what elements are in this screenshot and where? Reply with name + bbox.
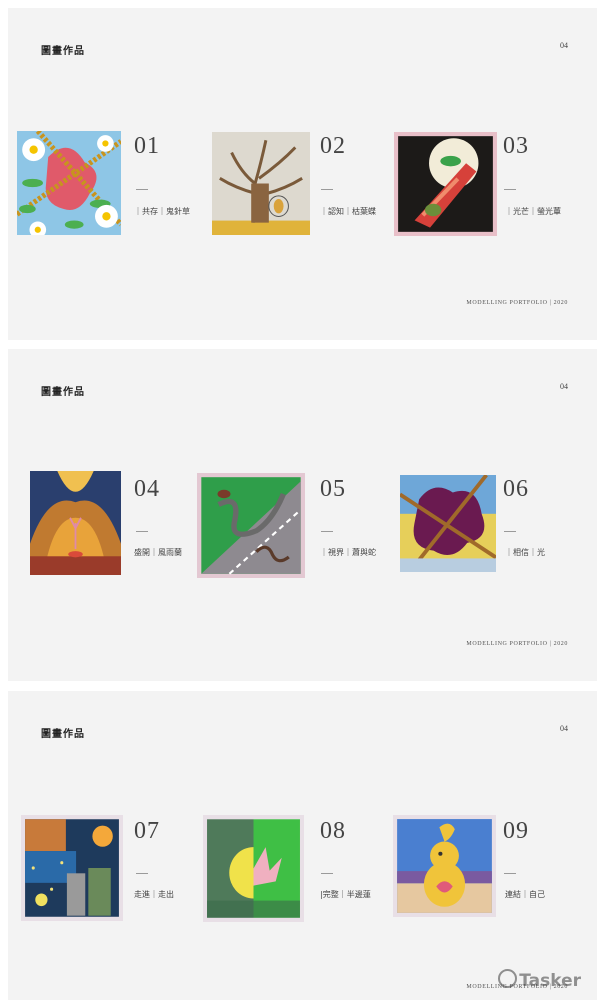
artwork-05-image[interactable] <box>197 473 305 578</box>
work-number: 07 <box>134 818 160 844</box>
work-caption: ｜相信｜光 <box>505 548 545 557</box>
work-number: 01 <box>134 133 160 159</box>
work-caption: ｜共存｜鬼針草 <box>134 207 190 216</box>
slide-title: 圖畫作品 <box>41 46 85 57</box>
work-caption: |完整｜半邊蓮 <box>320 890 371 899</box>
divider <box>504 189 516 190</box>
watermark-text: Tasker <box>519 971 581 991</box>
work-number: 02 <box>320 133 346 159</box>
portfolio-footer: MODELLING PORTFOLIO | 2020 <box>466 641 568 647</box>
divider <box>504 873 516 874</box>
artwork-06-image[interactable] <box>400 475 496 572</box>
slide-2: 圖畫作品 04 04 盛開｜風雨蘭 05 ｜視界｜蕭與蛇 06 ｜相信｜光 MO… <box>8 349 597 681</box>
slide-title: 圖畫作品 <box>41 729 85 740</box>
work-number: 08 <box>320 818 346 844</box>
page-number: 04 <box>560 41 568 50</box>
tasker-watermark: Tasker <box>498 969 581 991</box>
divider <box>321 873 333 874</box>
work-number: 03 <box>503 133 529 159</box>
work-caption: 盛開｜風雨蘭 <box>134 548 182 557</box>
tasker-logo-icon <box>498 969 518 988</box>
work-caption: ｜視界｜蕭與蛇 <box>320 548 376 557</box>
divider <box>504 531 516 532</box>
page-number: 04 <box>560 724 568 733</box>
portfolio-footer: MODELLING PORTFOLIO | 2020 <box>466 300 568 306</box>
work-number: 06 <box>503 476 529 502</box>
artwork-03-image[interactable] <box>394 132 497 236</box>
artwork-01-image[interactable] <box>17 131 121 235</box>
divider <box>136 531 148 532</box>
divider <box>136 873 148 874</box>
work-caption: ｜光芒｜螢光蕈 <box>505 207 561 216</box>
slide-1: 圖畫作品 04 01 ｜共存｜鬼針草 02 ｜認知｜枯葉蝶 03 ｜光芒｜螢光蕈… <box>8 8 597 340</box>
divider <box>321 189 333 190</box>
work-number: 05 <box>320 476 346 502</box>
page-number: 04 <box>560 382 568 391</box>
work-caption: ｜認知｜枯葉蝶 <box>320 207 376 216</box>
slide-title: 圖畫作品 <box>41 387 85 398</box>
work-number: 09 <box>503 818 529 844</box>
artwork-02-image[interactable] <box>212 132 310 235</box>
artwork-08-image[interactable] <box>203 815 304 922</box>
work-number: 04 <box>134 476 160 502</box>
artwork-04-image[interactable] <box>30 471 121 575</box>
artwork-09-image[interactable] <box>393 815 496 917</box>
artwork-07-image[interactable] <box>21 815 123 921</box>
work-caption: 連結｜自己 <box>505 890 545 899</box>
divider <box>321 531 333 532</box>
divider <box>136 189 148 190</box>
slide-3: 圖畫作品 04 07 走進｜走出 08 |完整｜半邊蓮 09 連結｜自己 MOD… <box>8 691 597 1000</box>
work-caption: 走進｜走出 <box>134 890 174 899</box>
